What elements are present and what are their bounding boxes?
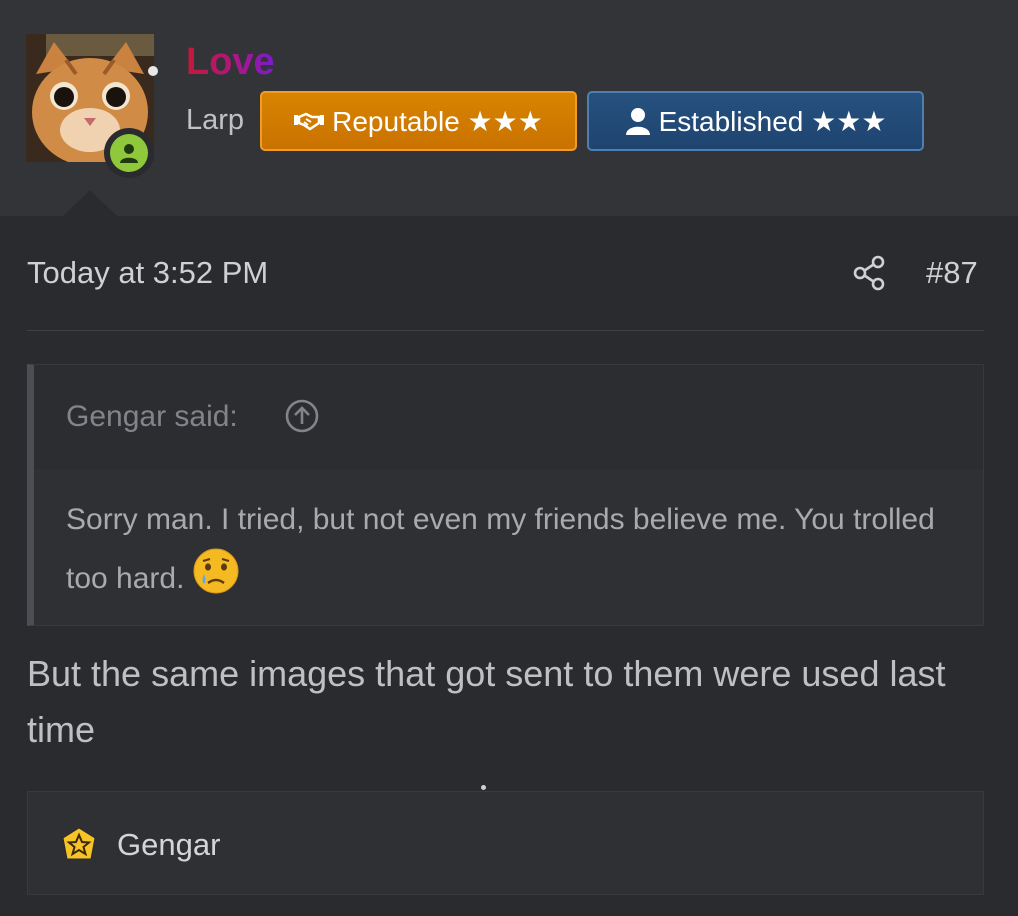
header-pointer [62,190,118,217]
arrow-up-circle-icon[interactable] [284,398,320,439]
reactions-bar[interactable]: Gengar [27,791,984,895]
username[interactable]: Love [186,40,275,84]
user-icon [120,144,138,163]
crying-face-emoji [192,547,240,613]
quote-header: Gengar said: [34,365,983,469]
reaction-user[interactable]: Gengar [117,826,220,864]
quote-body: Sorry man. I tried, but not even my frie… [66,493,946,613]
badge-established-label: Established ★★★ [658,105,887,137]
online-indicator [148,66,158,76]
badge-established: Established ★★★ [587,91,924,151]
user-title: Larp [186,104,245,136]
quote-block: Gengar said: Sorry man. I tried, but not… [27,364,984,626]
divider [27,330,984,331]
share-icon[interactable] [852,255,886,296]
handshake-icon [294,111,325,131]
post-message: But the same images that got sent to the… [27,653,946,750]
user-status-badge [104,128,154,178]
post-user-header: Love Larp Reputable ★★★ Established ★★★ [0,0,1018,216]
post-timestamp[interactable]: Today at 3:52 PM [27,254,268,292]
star-badge-icon [60,826,98,869]
badge-reputable: Reputable ★★★ [260,91,577,151]
post-number[interactable]: #87 [926,254,978,292]
user-icon [625,107,651,135]
quote-author[interactable]: Gengar said: [66,399,238,435]
separator-dot [481,785,486,790]
badge-reputable-label: Reputable ★★★ [332,105,543,137]
